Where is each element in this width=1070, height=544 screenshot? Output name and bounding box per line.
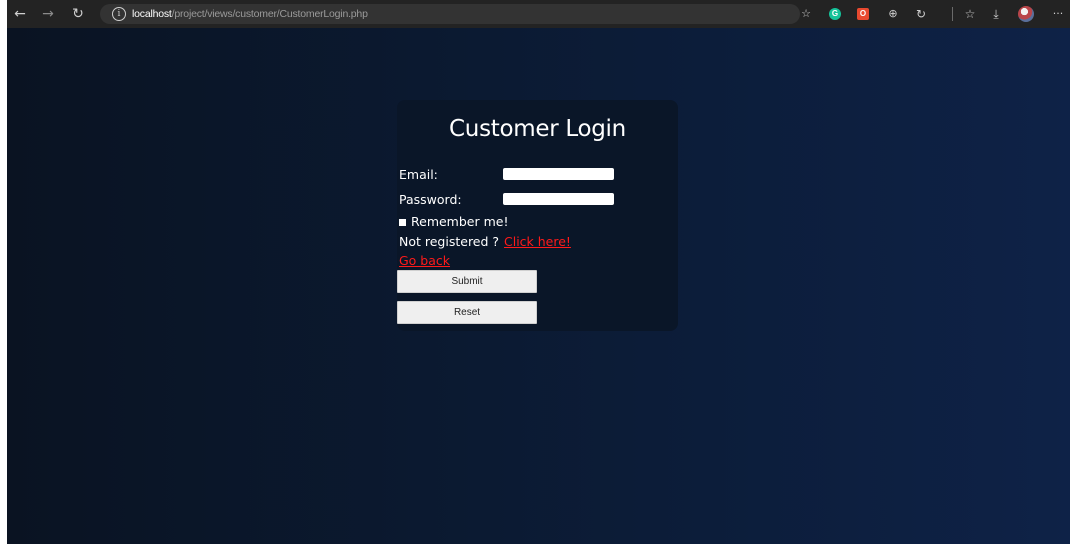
profile-avatar[interactable]: [1018, 6, 1034, 22]
go-back-link[interactable]: Go back: [399, 253, 450, 268]
info-icon[interactable]: i: [112, 7, 126, 21]
collections-icon[interactable]: ↻: [910, 0, 932, 28]
downloads-icon[interactable]: ⤓: [985, 0, 1007, 28]
back-arrow-icon[interactable]: ←: [9, 0, 31, 28]
url-text: localhost/project/views/customer/Custome…: [132, 4, 368, 24]
page-viewport: Customer Login Email: Password: Remember…: [7, 28, 1070, 544]
office-extension-icon[interactable]: O: [857, 8, 869, 20]
register-link[interactable]: Click here!: [504, 234, 571, 249]
email-label: Email:: [399, 167, 438, 182]
browser-window: ← → ↻ i localhost/project/views/customer…: [7, 0, 1070, 544]
browser-toolbar: ← → ↻ i localhost/project/views/customer…: [7, 0, 1070, 28]
grammarly-extension-icon[interactable]: G: [829, 8, 841, 20]
login-form: Customer Login Email: Password: Remember…: [397, 100, 678, 331]
extension-icon[interactable]: ⊕: [882, 0, 904, 28]
page-title: Customer Login: [449, 116, 626, 142]
remember-label: Remember me!: [411, 214, 509, 229]
more-menu-icon[interactable]: ···: [1047, 0, 1069, 28]
url-host: localhost: [132, 8, 172, 20]
submit-button[interactable]: Submit: [397, 270, 537, 293]
url-path: /project/views/customer/CustomerLogin.ph…: [171, 8, 368, 20]
password-field[interactable]: [503, 193, 614, 205]
toolbar-separator: [952, 7, 953, 21]
remember-checkbox[interactable]: [399, 219, 406, 226]
add-favorite-icon[interactable]: ☆: [795, 0, 817, 28]
password-label: Password:: [399, 192, 462, 207]
favorites-icon[interactable]: ☆: [959, 0, 981, 28]
not-registered-text: Not registered ?: [399, 234, 500, 249]
forward-arrow-icon[interactable]: →: [37, 0, 59, 28]
email-field[interactable]: [503, 168, 614, 180]
refresh-icon[interactable]: ↻: [67, 0, 89, 28]
address-bar[interactable]: i localhost/project/views/customer/Custo…: [100, 4, 800, 24]
reset-button[interactable]: Reset: [397, 301, 537, 324]
